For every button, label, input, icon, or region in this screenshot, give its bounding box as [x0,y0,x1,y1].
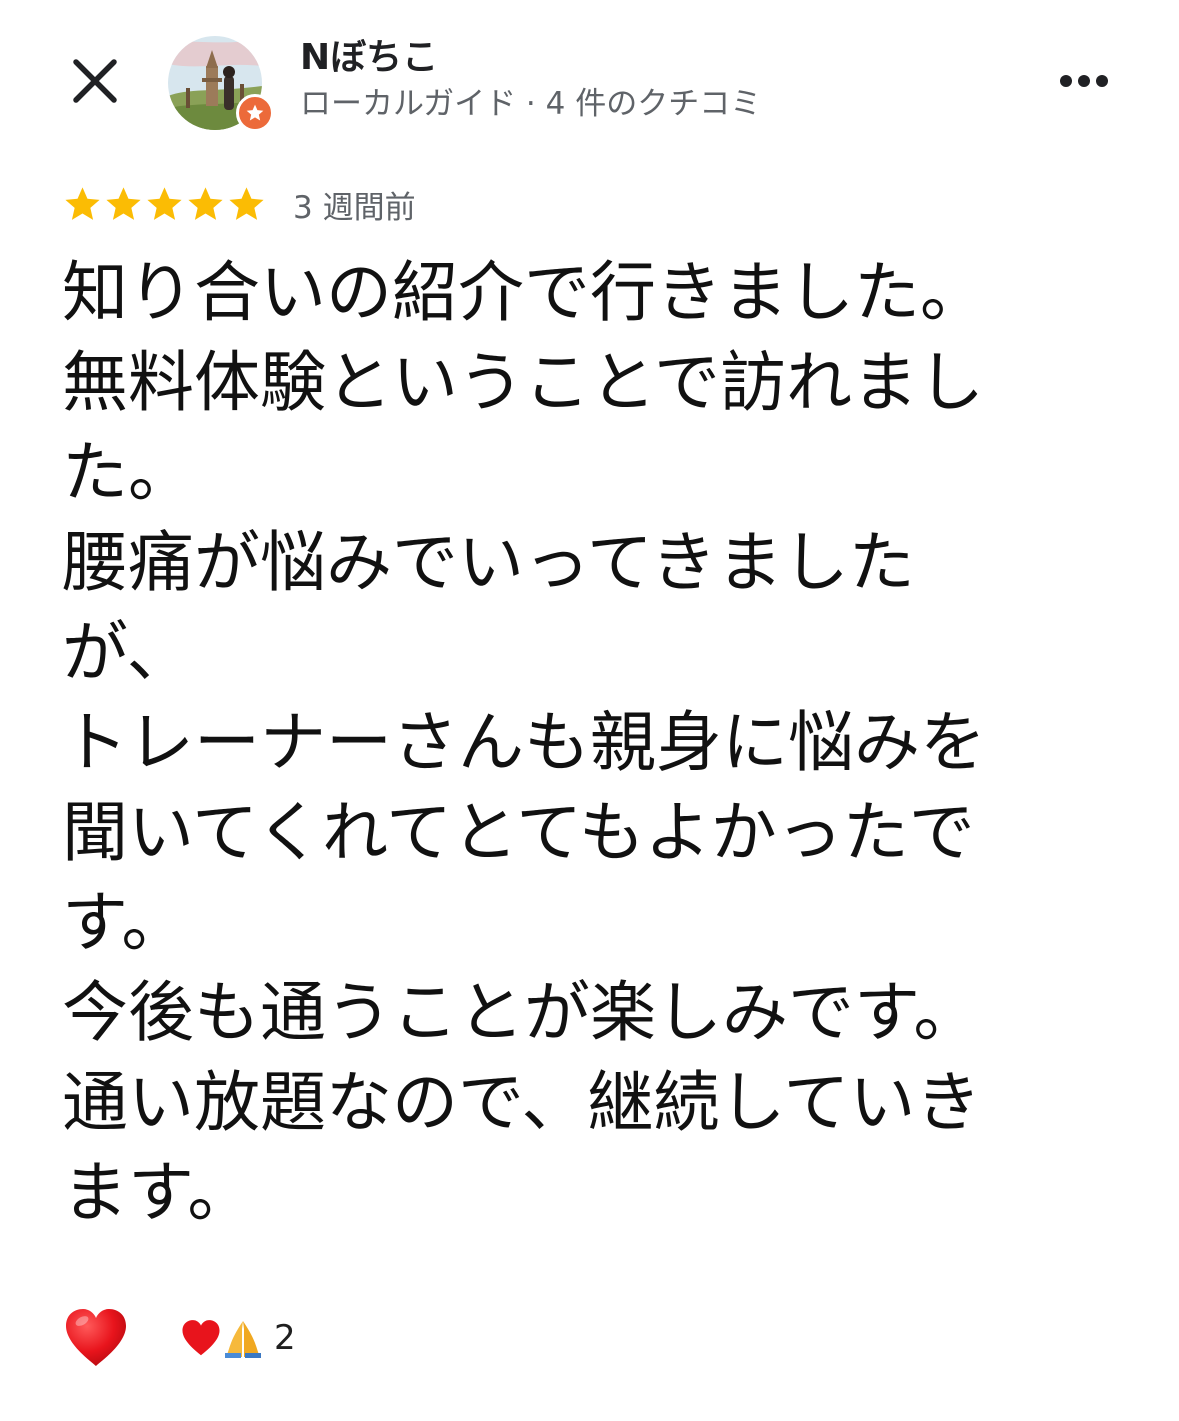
heart-icon [182,1320,220,1356]
reaction-count: 2 [274,1318,296,1358]
review-text-line: トレーナーさんも親身に悩みを [62,704,986,781]
author-name[interactable]: Nぼちこ [300,34,438,82]
close-icon [73,59,117,103]
star-icon [147,186,182,220]
more-options-button[interactable] [1054,64,1114,98]
review-time: 3 週間前 [293,189,416,226]
react-button[interactable] [62,1306,130,1370]
local-guide-star-icon [246,104,264,121]
close-button[interactable] [62,48,128,114]
more-horizontal-icon [1060,75,1108,87]
review-text-line: た。 [62,434,194,511]
author-avatar[interactable] [168,36,274,132]
review-text-line: す。 [62,884,188,961]
star-rating [62,184,267,225]
local-guide-badge [236,94,274,132]
review-text-line: が、 [62,614,193,691]
review-text-line: 腰痛が悩みでいってきました [62,524,915,601]
review-text-line: 聞いてくれてとてもよかったで [62,794,975,871]
star-icon [106,186,141,220]
review-text-line: 今後も通うことが楽しみです。 [62,974,980,1051]
review-text-line: 無料体験ということで訪れまし [62,344,985,421]
review-text-line: 通い放題なので、継続していき [62,1064,982,1141]
author-meta: ローカルガイド · 4 件のクチコミ [300,86,762,122]
heart-icon [66,1309,126,1366]
review-text-line: ます。 [62,1154,254,1231]
star-icon [188,186,223,220]
star-icon [229,186,264,220]
review-header: Nぼちこ ローカルガイド · 4 件のクチコミ [0,0,1179,160]
rating-row: 3 週間前 [62,180,416,228]
reaction-summary[interactable]: 2 [180,1317,296,1359]
review-text-line: 知り合いの紹介で行きました。 [62,254,986,331]
reactions-row: 2 [62,1298,296,1378]
folded-hands-icon [225,1321,261,1358]
review-text: 知り合いの紹介で行きました。 無料体験ということで訪れまし た。 腰痛が悩みでい… [62,248,1092,1238]
star-icon [65,186,100,220]
